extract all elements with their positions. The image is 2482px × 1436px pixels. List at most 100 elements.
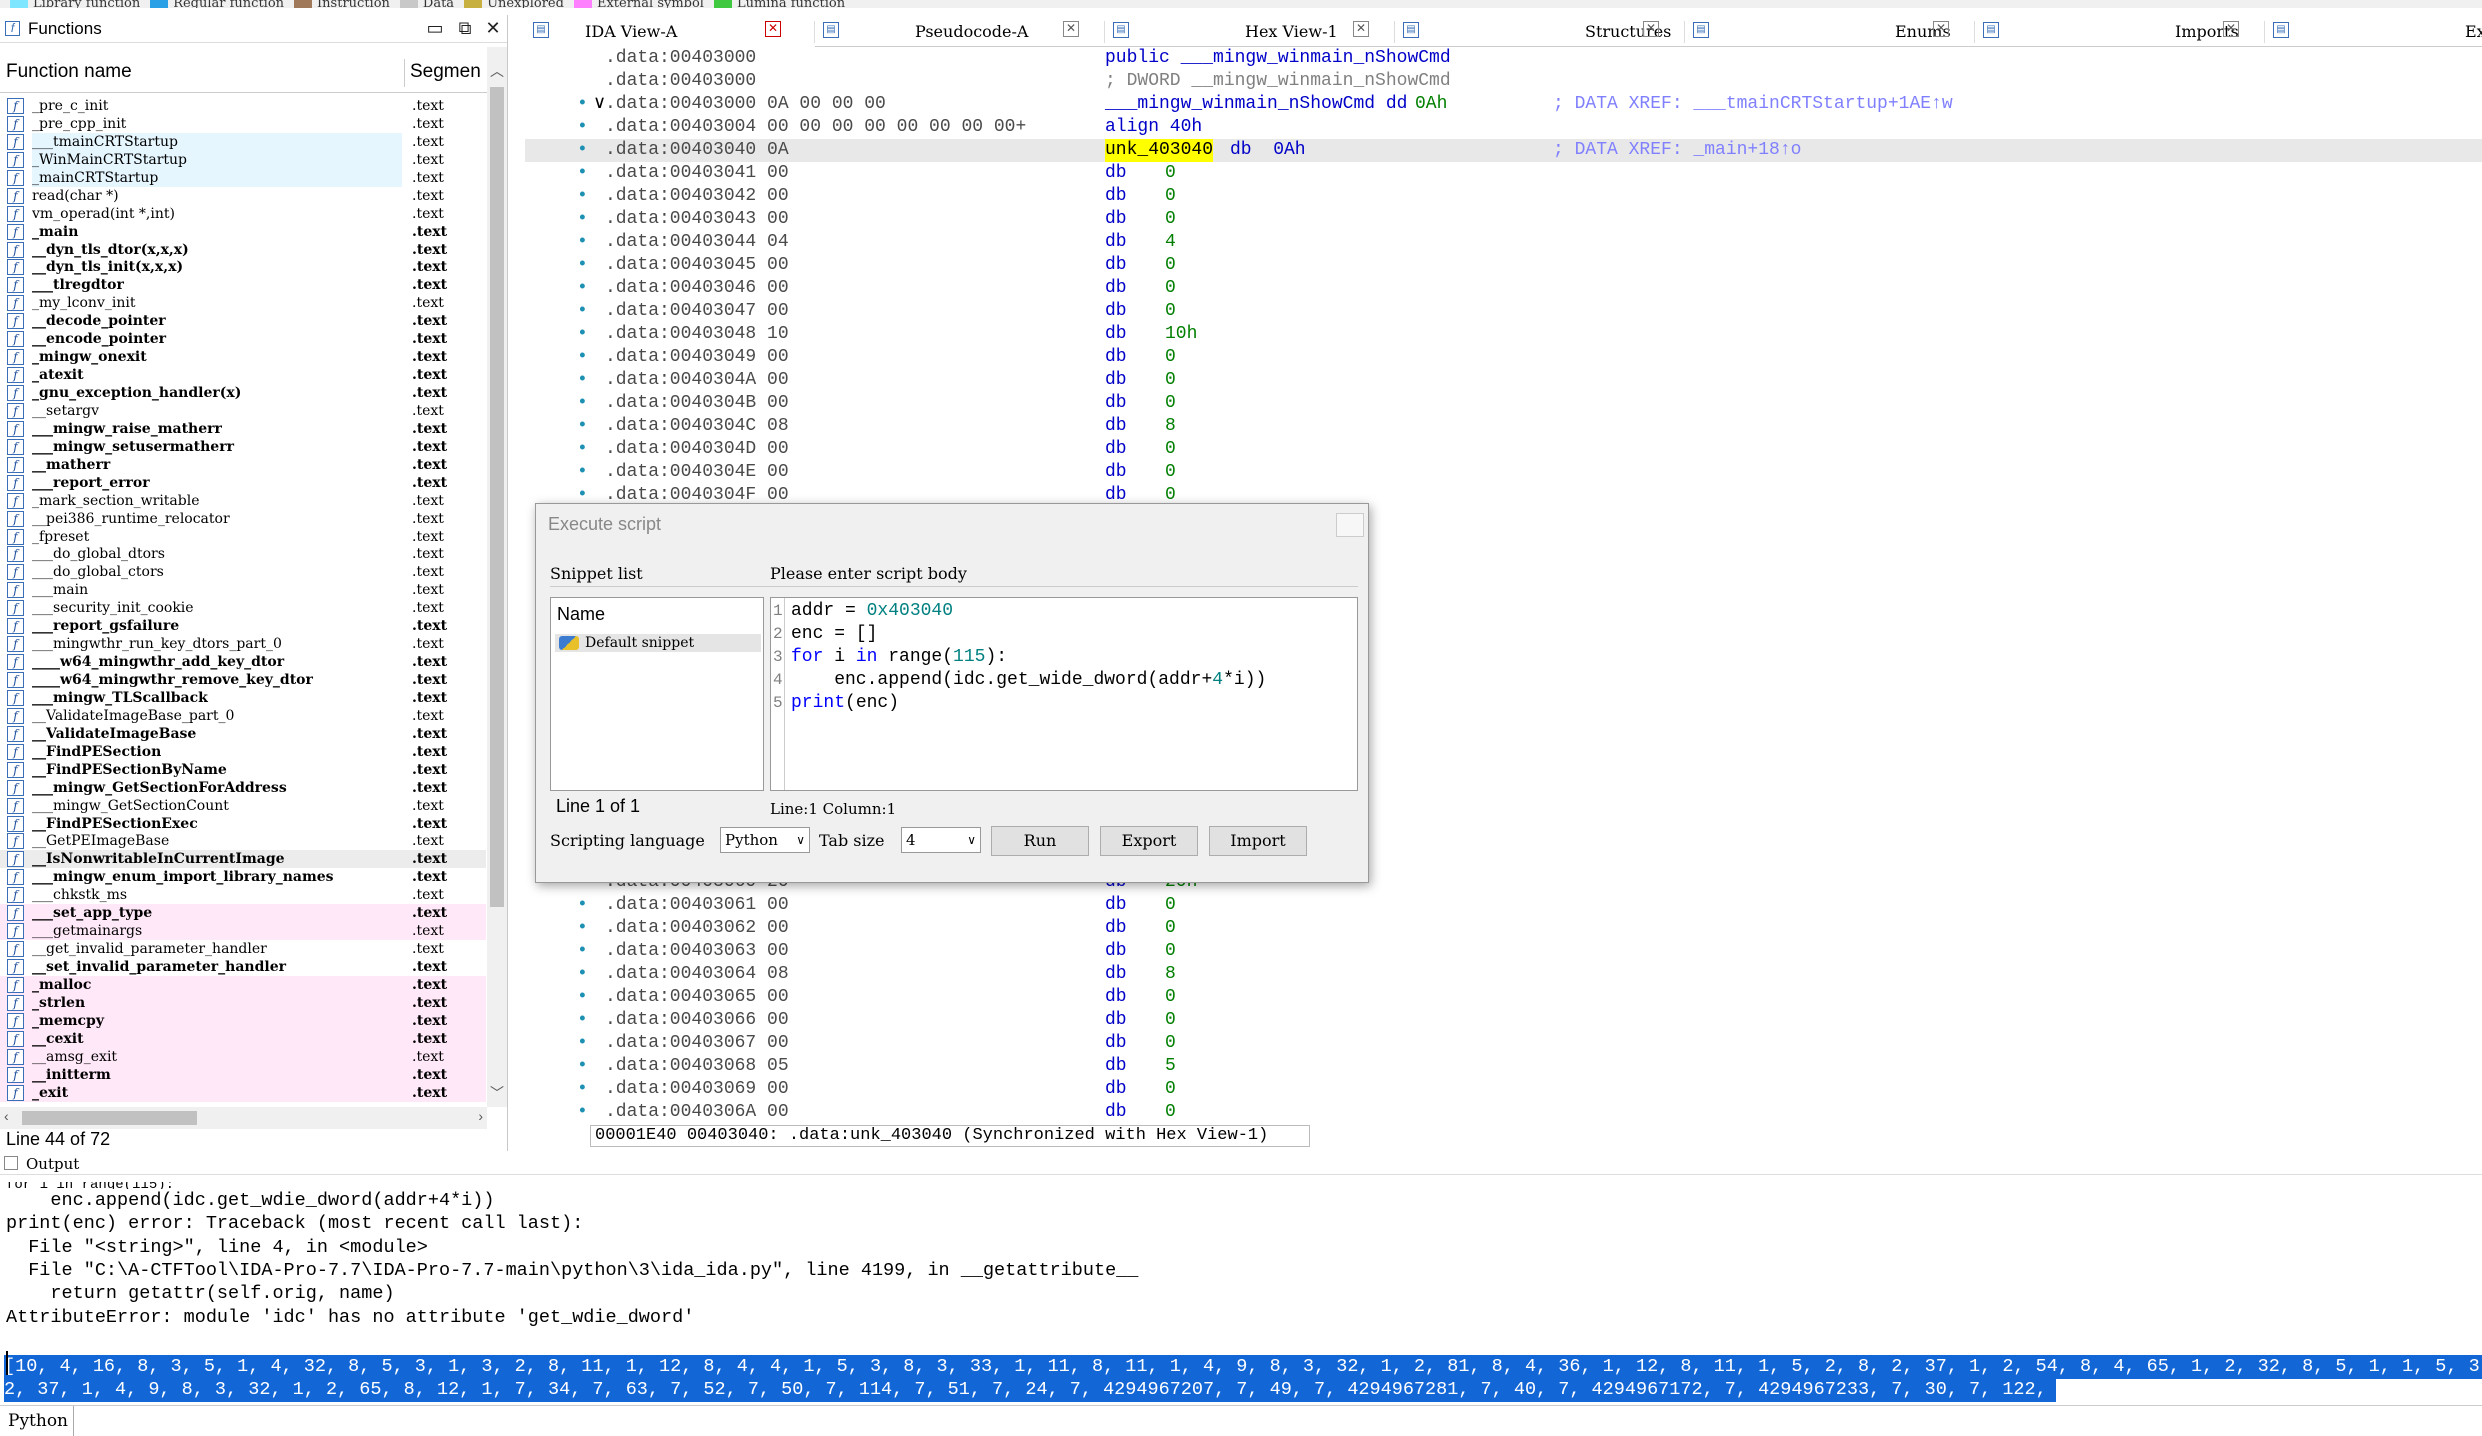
function-row[interactable]: f ___report_error .text [0,474,486,492]
disasm-line[interactable]: • .data:00403042 00 db 0 [525,185,2482,208]
disasm-line[interactable]: .data:00403000; DWORD __mingw_winmain_nS… [525,70,2482,93]
function-row[interactable]: f _atexit .text [0,366,486,384]
function-row[interactable]: f __dyn_tls_init(x,x,x) .text [0,258,486,276]
maximize-icon[interactable]: ▭ [424,18,446,39]
disasm-line[interactable]: • .data:00403046 00 db 0 [525,277,2482,300]
function-row[interactable]: f _mainCRTStartup .text [0,168,486,187]
function-row[interactable]: f _pre_cpp_init .text [0,115,486,133]
function-row[interactable]: f ___mingwthr_run_key_dtors_part_0 .text [0,635,486,653]
disasm-line[interactable]: • .data:0040304E 00 db 0 [525,461,2482,484]
disasm-line[interactable]: • .data:00403066 00 db 0 [525,1009,2482,1032]
function-row[interactable]: f ___do_global_dtors .text [0,545,486,563]
disasm-line[interactable]: .data:00403000 public ___mingw_winmain_nS… [525,47,2482,70]
function-row[interactable]: f __cexit .text [0,1029,486,1048]
scroll-down-icon[interactable]: ﹀ [487,1083,507,1103]
disasm-line[interactable]: • .data:0040304C 08 db 8 [525,415,2482,438]
disasm-line[interactable]: • .data:0040304A 00 db 0 [525,369,2482,392]
disasm-line[interactable]: • .data:00403061 00 db 0 [525,894,2482,917]
scroll-left-icon[interactable]: ‹ [4,1108,9,1124]
dialog-close-button[interactable] [1336,513,1364,537]
disasm-line[interactable]: • .data:00403043 00 db 0 [525,208,2482,231]
function-row[interactable]: f _fpreset .text [0,528,486,546]
tab-close-icon[interactable]: ✕ [1933,21,1949,37]
function-row[interactable]: f __ValidateImageBase_part_0 .text [0,707,486,725]
function-row[interactable]: f _exit .text [0,1083,486,1102]
disasm-line[interactable]: • .data:00403063 00 db 0 [525,940,2482,963]
function-row[interactable]: f ___tlregdtor .text [0,276,486,294]
tab-imports[interactable]: ▤ Imports ✕ [1975,15,2265,47]
function-row[interactable]: f ___main .text [0,581,486,599]
function-row[interactable]: f __set_invalid_parameter_handler .text [0,958,486,976]
disasm-line[interactable]: • ∨ .data:00403000 0A 00 00 00 ___mingw_win… [525,93,2482,116]
function-row[interactable]: f vm_operad(int *,int) .text [0,205,486,223]
disasm-line[interactable]: • .data:00403062 00 db 0 [525,917,2482,940]
tab-close-icon[interactable]: ✕ [1063,21,1079,37]
function-row[interactable]: f __GetPEImageBase .text [0,832,486,850]
function-row[interactable]: f ___set_app_type .text [0,904,486,923]
output-result-line[interactable]: [10, 4, 16, 8, 3, 5, 1, 4, 32, 8, 5, 3, … [4,1355,2482,1379]
function-row[interactable]: f __ValidateImageBase .text [0,725,486,743]
disasm-line[interactable]: • .data:00403045 00 db 0 [525,254,2482,277]
run-button[interactable]: Run [991,826,1089,856]
function-row[interactable]: f __matherr .text [0,456,486,474]
script-editor[interactable]: 1 addr = 0x403040 2 enc = [] 3 for i in range… [770,597,1358,791]
function-row[interactable]: f ___mingw_raise_matherr .text [0,420,486,438]
disasm-line[interactable]: • .data:00403049 00 db 0 [525,346,2482,369]
scroll-thumb[interactable] [22,1111,197,1125]
disasm-line[interactable]: • .data:00403041 00 db 0 [525,162,2482,185]
disasm-line[interactable]: • .data:00403067 00 db 0 [525,1032,2482,1055]
disasm-line[interactable]: • .data:00403064 08 db 8 [525,963,2482,986]
function-row[interactable]: f __dyn_tls_dtor(x,x,x) .text [0,241,486,259]
function-row[interactable]: f _malloc .text [0,975,486,994]
output-result-line[interactable]: 2, 37, 1, 4, 9, 8, 3, 32, 1, 2, 65, 8, 1… [4,1378,2056,1402]
function-row[interactable]: f ___getmainargs .text [0,922,486,941]
function-row[interactable]: f ___mingw_GetSectionCount .text [0,797,486,815]
function-row[interactable]: f __FindPESectionExec .text [0,815,486,833]
function-row[interactable]: f read(char *) .text [0,187,486,205]
function-row[interactable]: f ___do_global_ctors .text [0,563,486,581]
function-row[interactable]: f ____w64_mingwthr_add_key_dtor .text [0,653,486,671]
function-row[interactable]: f __amsg_exit .text [0,1047,486,1066]
function-row[interactable]: f __setargv .text [0,402,486,420]
disasm-line[interactable]: • .data:00403004 00 00 00 00 00 00 00 00+… [525,116,2482,139]
tab-ida-view-a[interactable]: ▤ IDA View-A ✕ [525,15,815,47]
disasm-line[interactable]: • .data:00403069 00 db 0 [525,1078,2482,1101]
restore-icon[interactable]: ⧉ [454,18,476,39]
import-button[interactable]: Import [1209,826,1307,856]
function-row[interactable]: f __initterm .text [0,1065,486,1084]
function-row[interactable]: f _gnu_exception_handler(x) .text [0,384,486,402]
function-row[interactable]: f _pre_c_init .text [0,97,486,115]
disasm-line[interactable]: • .data:00403068 05 db 5 [525,1055,2482,1078]
function-row[interactable]: f ___chkstk_ms .text [0,886,486,904]
function-row[interactable]: f __get_invalid_parameter_handler .text [0,940,486,958]
function-row[interactable]: f _main .text [0,223,486,241]
disasm-line[interactable]: • .data:00403044 04 db 4 [525,231,2482,254]
close-icon[interactable]: ✕ [482,18,504,39]
function-row[interactable]: f ___report_gsfailure .text [0,617,486,635]
scroll-right-icon[interactable]: › [478,1108,483,1124]
tab-hex-view-1[interactable]: ▤ Hex View-1 ✕ [1105,15,1395,47]
functions-vertical-scrollbar[interactable]: ︿ ﹀ [487,47,507,1107]
tab-exports[interactable]: ▤Exports [2265,15,2482,47]
disasm-line[interactable]: • .data:00403040 0A unk_403040 db 0Ah; DATA… [525,139,2482,162]
function-row[interactable]: f ___mingw_setusermatherr .text [0,438,486,456]
function-row[interactable]: f __FindPESection .text [0,743,486,761]
tab-size-select[interactable]: 4 ∨ [901,827,981,853]
scripting-language-select[interactable]: Python ∨ [720,827,810,853]
disasm-line[interactable]: • .data:0040304B 00 db 0 [525,392,2482,415]
snippet-list[interactable]: Name Default snippet [550,597,764,791]
interpreter-button[interactable]: Python [0,1406,74,1436]
column-function-name[interactable]: Function name [6,61,132,83]
function-row[interactable]: f ____w64_mingwthr_remove_key_dtor .text [0,671,486,689]
snippet-item[interactable]: Default snippet [555,634,761,652]
column-segment[interactable]: Segmen [410,61,488,83]
function-row[interactable]: f _mingw_onexit .text [0,348,486,366]
function-row[interactable]: f _my_lconv_init .text [0,294,486,312]
function-row[interactable]: f __decode_pointer .text [0,312,486,330]
function-row[interactable]: f __pei386_runtime_relocator .text [0,510,486,528]
function-row[interactable]: f ___mingw_enum_import_library_names .text [0,868,486,886]
tab-close-icon[interactable]: ✕ [2223,21,2239,37]
function-row[interactable]: f __FindPESectionByName .text [0,761,486,779]
function-row[interactable]: f __encode_pointer .text [0,330,486,348]
scroll-thumb[interactable] [490,87,504,907]
